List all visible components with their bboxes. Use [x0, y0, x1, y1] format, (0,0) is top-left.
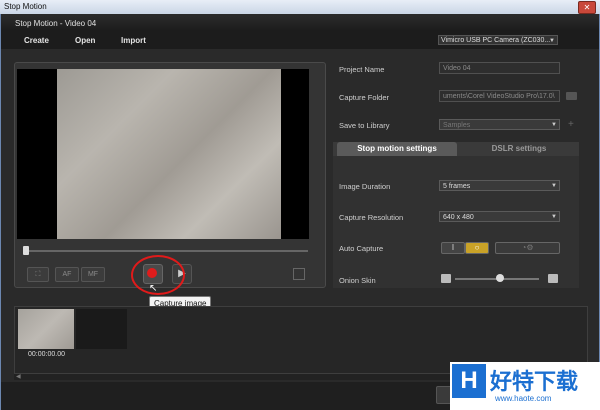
menu-import[interactable]: Import [121, 36, 146, 45]
scrub-handle[interactable] [23, 246, 29, 255]
onion-skin-handle[interactable] [496, 274, 504, 282]
auto-capture-off-toggle[interactable]: I [441, 242, 465, 254]
auto-capture-label: Auto Capture [339, 244, 384, 253]
window-title: Stop Motion [4, 2, 47, 11]
af-button[interactable]: AF [55, 267, 79, 282]
menu-create[interactable]: Create [24, 36, 49, 45]
tab-dslr-settings[interactable]: DSLR settings [460, 142, 578, 156]
add-icon[interactable]: + [568, 119, 574, 130]
folder-icon[interactable] [566, 92, 577, 100]
empty-frame-slot [76, 309, 127, 349]
close-button[interactable]: ✕ [578, 1, 596, 14]
capture-resolution-label: Capture Resolution [339, 213, 404, 222]
camera-select[interactable]: Vimicro USB PC Camera (ZC030... ▼ [438, 35, 558, 45]
auto-capture-on-toggle[interactable]: ○ [465, 242, 489, 254]
image-duration-value: 5 frames [443, 183, 471, 190]
frame-icon: ⛶ [35, 271, 41, 278]
overlay-toggle-button[interactable] [293, 268, 305, 280]
zoom-fit-button[interactable]: ⛶ [27, 267, 49, 282]
window-titlebar: Stop Motion ✕ [0, 0, 600, 14]
chevron-down-icon: ▼ [551, 122, 557, 128]
project-name-input[interactable]: Video 04 [439, 62, 560, 74]
mouse-cursor-icon: ↖ [149, 283, 158, 294]
image-duration-select[interactable]: 5 frames ▼ [439, 180, 560, 191]
save-to-library-value: Samples [443, 122, 471, 129]
image-duration-label: Image Duration [339, 182, 391, 191]
menu-open[interactable]: Open [75, 36, 95, 45]
timer-icon: ◔⚙ [521, 243, 534, 252]
capture-folder-input[interactable]: uments\Corel VideoStudio Pro\17.0\ [439, 90, 560, 102]
auto-capture-settings-button[interactable]: ◔⚙ [495, 242, 560, 254]
scroll-left-icon[interactable]: ◀ [16, 373, 21, 380]
watermark-text: 好特下载 [490, 369, 579, 394]
watermark-url: www.haote.com [495, 394, 552, 403]
capture-folder-label: Capture Folder [339, 93, 390, 102]
chevron-down-icon: ▼ [551, 183, 557, 189]
highlight-circle [131, 255, 185, 295]
camera-select-value: Vimicro USB PC Camera (ZC030... [441, 37, 551, 44]
watermark-logo-mark: H [452, 364, 486, 398]
capture-resolution-select[interactable]: 640 x 480 ▼ [439, 211, 560, 222]
onion-skin-max-icon [548, 274, 558, 283]
captured-frame-thumbnail[interactable] [18, 309, 74, 349]
onion-skin-min-icon [441, 274, 451, 283]
save-to-library-label: Save to Library [339, 121, 390, 130]
thumbnail-timecode: 00:00:00.00 [28, 351, 65, 358]
mf-button[interactable]: MF [81, 267, 105, 282]
save-to-library-select[interactable]: Samples ▼ [439, 119, 560, 130]
capture-resolution-value: 640 x 480 [443, 214, 474, 221]
chevron-down-icon: ▼ [551, 214, 557, 220]
project-name-label: Project Name [339, 65, 385, 74]
dialog-title: Stop Motion - Video 04 [15, 19, 97, 28]
tab-stop-motion-settings[interactable]: Stop motion settings [337, 142, 457, 156]
camera-feed-image [57, 69, 281, 239]
chevron-down-icon: ▼ [549, 38, 555, 44]
dialog-titlebar: Stop Motion - Video 04 [1, 15, 599, 31]
onion-skin-label: Onion Skin [339, 276, 376, 285]
scrub-track[interactable] [24, 250, 308, 252]
